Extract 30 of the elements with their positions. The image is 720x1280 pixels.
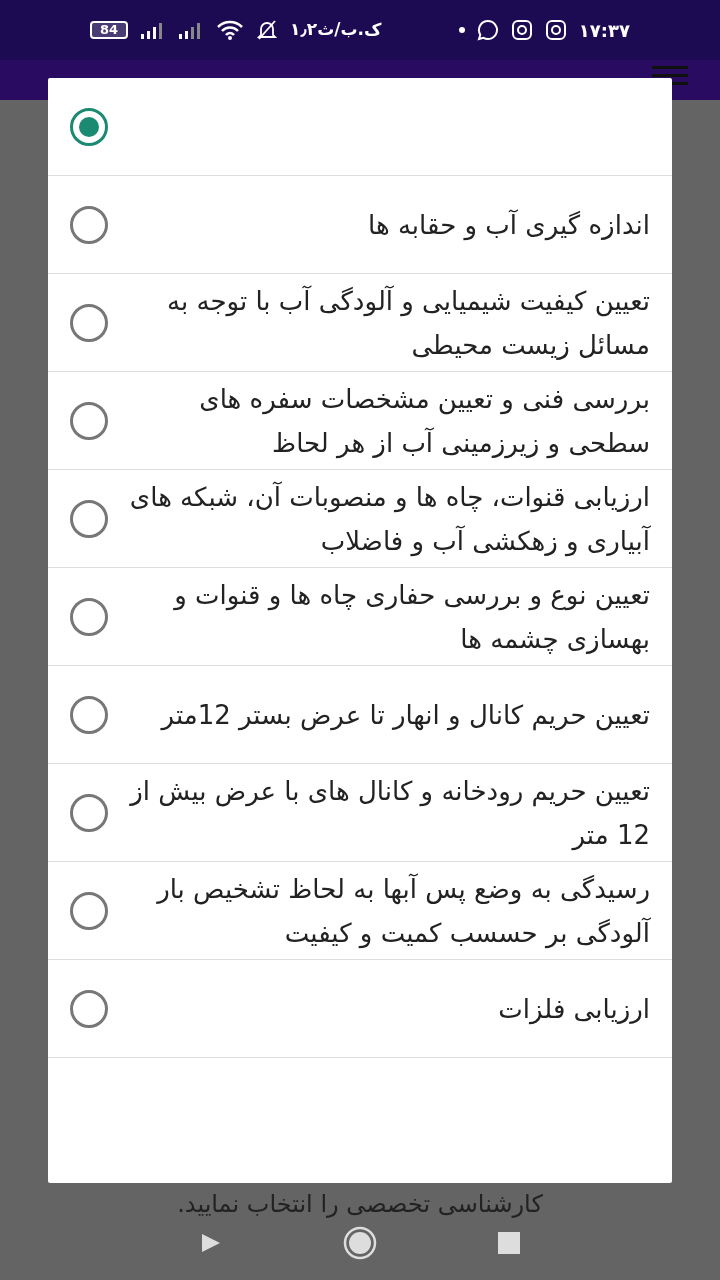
battery-indicator: 84	[90, 21, 129, 39]
radio-button[interactable]	[70, 205, 108, 244]
radio-button[interactable]	[70, 499, 108, 538]
radio-button[interactable]	[70, 891, 108, 930]
radio-button[interactable]	[70, 695, 108, 734]
radio-button[interactable]	[70, 303, 108, 342]
option-label[interactable]: بررسی فنی و تعیین مشخصات سفره های سطحی و زیرزمینی آب از هر لحاظ	[128, 376, 650, 465]
radio-button[interactable]	[70, 597, 108, 636]
hint-text: کارشناسی تخصصی را انتخاب نمایید.	[177, 1189, 543, 1220]
camera-icon	[544, 19, 567, 41]
recents-icon[interactable]	[497, 1232, 520, 1254]
option-label[interactable]: ارزیابی فلزات	[128, 986, 650, 1031]
home-icon[interactable]	[343, 1226, 377, 1260]
option-label[interactable]: تعیین نوع و بررسی حفاری چاه ها و قنوات و بهسازی چشمه ها	[128, 572, 650, 661]
wifi-icon	[216, 20, 245, 40]
option-label[interactable]: تعیین حریم رودخانه و کانال های با عرض بیش از 12 متر	[128, 768, 650, 857]
option-label[interactable]: تعیین کیفیت شیمیایی و آلودگی آب با توجه به مسائل زیست محیطی	[128, 278, 650, 367]
option-label[interactable]: تعیین حریم کانال و انهار تا عرض بستر 12متر	[128, 692, 650, 737]
option-label[interactable]: ارزیابی قنوات، چاه ها و منصوبات آن، شبکه های آبیاری و زهکشی آب و فاضلاب	[128, 474, 650, 563]
radio-button[interactable]	[70, 793, 108, 832]
radio-button[interactable]	[70, 401, 108, 440]
option-label[interactable]: رسیدگی به وضع پس آبها به لحاظ تشخیص بار آلودگی بر حسسب کمیت و کیفیت	[128, 866, 650, 955]
clock: ۱۷:۳۷	[578, 18, 630, 43]
radio-button[interactable]	[70, 107, 108, 146]
chat-icon	[476, 19, 499, 41]
camera-icon	[510, 19, 533, 41]
network-speed: ۱٫۲ک.ب/ث	[290, 18, 382, 42]
muted-bell-icon	[256, 19, 279, 41]
radio-button[interactable]	[70, 989, 108, 1028]
option-label[interactable]: اندازه گیری آب و حقابه ها	[128, 202, 650, 247]
